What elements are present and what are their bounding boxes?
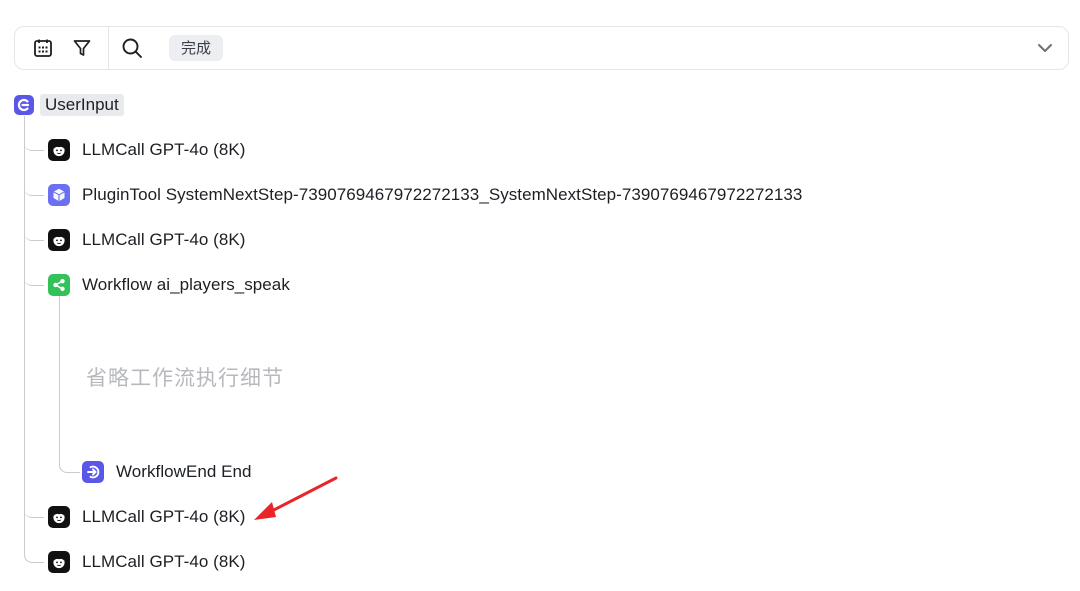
tree-connector xyxy=(24,542,44,563)
tree-node-label: WorkflowEnd End xyxy=(116,462,252,481)
tree-node-label: LLMCall GPT-4o (8K) xyxy=(82,552,246,571)
tree-node-llmcall[interactable]: LLMCall GPT-4o (8K) xyxy=(48,228,245,252)
llm-avatar-icon xyxy=(48,139,70,161)
tree-node-llmcall[interactable]: LLMCall GPT-4o (8K) xyxy=(48,550,245,574)
llm-avatar-icon xyxy=(48,551,70,573)
tree-connector xyxy=(59,422,80,473)
plugin-cube-icon xyxy=(48,184,70,206)
tree-node-plugintool[interactable]: PluginTool SystemNextStep-73907694679722… xyxy=(48,183,802,207)
annotation-arrow xyxy=(254,476,338,520)
tree-node-label: LLMCall GPT-4o (8K) xyxy=(82,507,246,526)
tree-node-label: Workflow ai_players_speak xyxy=(82,275,290,294)
tree-node-llmcall[interactable]: LLMCall GPT-4o (8K) xyxy=(48,505,245,529)
tree-connector xyxy=(24,508,44,518)
workflow-share-icon xyxy=(48,274,70,296)
omitted-details-note: 省略工作流执行细节 xyxy=(86,366,284,390)
workflow-branch-line xyxy=(59,296,60,426)
tree-node-llmcall[interactable]: LLMCall GPT-4o (8K) xyxy=(48,138,245,162)
tree-node-workflow[interactable]: Workflow ai_players_speak xyxy=(48,273,290,297)
tree-connector xyxy=(24,141,44,151)
llm-avatar-icon xyxy=(48,229,70,251)
tree-spine xyxy=(24,116,25,552)
tree-node-label: LLMCall GPT-4o (8K) xyxy=(82,230,246,249)
user-input-icon xyxy=(14,95,34,115)
tree-connector xyxy=(24,276,44,286)
workflow-end-icon xyxy=(82,461,104,483)
trace-tree: UserInput LLMCall GPT-4o (8K) PluginTool… xyxy=(0,0,1080,591)
tree-node-workflowend[interactable]: WorkflowEnd End xyxy=(82,460,252,484)
tree-node-label: UserInput xyxy=(40,94,124,116)
tree-connector xyxy=(24,231,44,241)
tree-node-root[interactable]: UserInput xyxy=(14,93,124,117)
tree-connector xyxy=(24,186,44,196)
tree-node-label: PluginTool SystemNextStep-73907694679722… xyxy=(82,185,803,204)
tree-node-label: LLMCall GPT-4o (8K) xyxy=(82,140,246,159)
llm-avatar-icon xyxy=(48,506,70,528)
